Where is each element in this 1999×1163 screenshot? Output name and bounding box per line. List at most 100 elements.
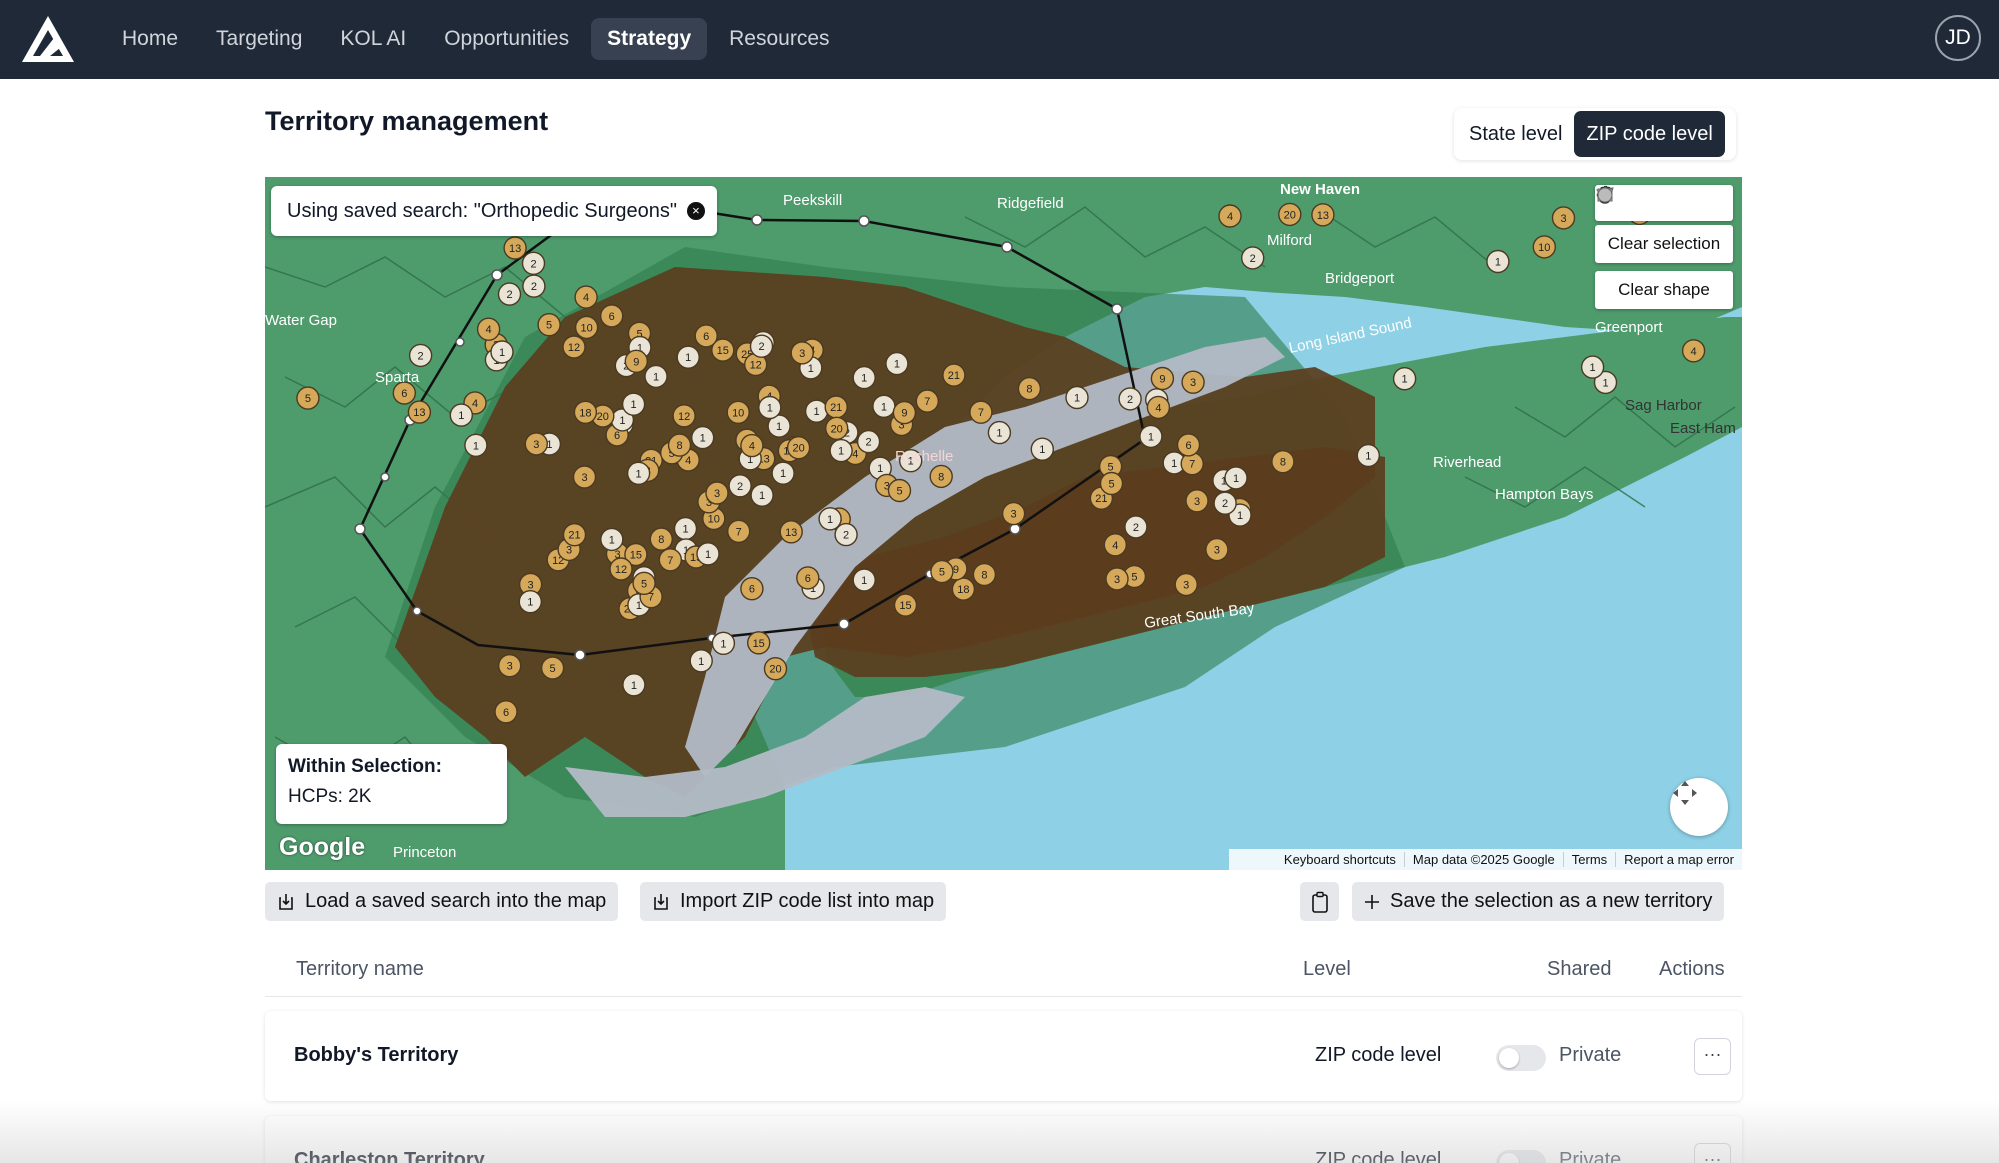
hcp-cluster-marker[interactable]: 18 <box>951 577 976 601</box>
hcp-cluster-marker[interactable]: 1 <box>1139 424 1163 449</box>
nav-home[interactable]: Home <box>106 18 194 60</box>
hcp-cluster-marker[interactable]: 20 <box>825 416 849 441</box>
shared-toggle[interactable] <box>1496 1150 1546 1163</box>
hcp-cluster-marker[interactable]: 21 <box>562 523 587 547</box>
hcp-cluster-marker[interactable]: 4 <box>1681 339 1706 363</box>
hcp-cluster-marker[interactable]: 10 <box>726 400 750 425</box>
hcp-cluster-marker[interactable]: 5 <box>540 656 565 680</box>
hcp-cluster-marker[interactable]: 7 <box>658 548 682 572</box>
hcp-cluster-marker[interactable]: 4 <box>1103 533 1127 557</box>
hcp-cluster-marker[interactable]: 20 <box>786 436 811 460</box>
column-header-level[interactable]: Level <box>1303 958 1351 981</box>
hcp-cluster-marker[interactable]: 1 <box>673 516 698 541</box>
hcp-cluster-marker[interactable]: 8 <box>667 433 692 457</box>
hcp-cluster-marker[interactable]: 9 <box>624 349 648 374</box>
clear-selection-button[interactable]: Clear selection <box>1595 225 1733 263</box>
hcp-cluster-marker[interactable]: 21 <box>824 395 848 419</box>
hcp-cluster-marker[interactable]: 2 <box>834 522 858 547</box>
hcp-cluster-marker[interactable]: 4 <box>574 285 598 309</box>
hcp-cluster-marker[interactable]: 3 <box>790 341 814 365</box>
hcp-cluster-marker[interactable]: 3 <box>572 465 597 489</box>
hcp-cluster-marker[interactable]: 3 <box>1205 537 1229 562</box>
nav-strategy[interactable]: Strategy <box>591 18 708 60</box>
hcp-cluster-marker[interactable]: 3 <box>524 432 548 456</box>
hcp-cluster-marker[interactable]: 1 <box>750 483 774 507</box>
column-header-name[interactable]: Territory name <box>296 958 424 981</box>
hcp-cluster-marker[interactable]: 8 <box>972 562 997 587</box>
state-level-button[interactable]: State level <box>1457 111 1574 157</box>
row-actions-button[interactable]: ··· <box>1694 1143 1731 1163</box>
hcp-cluster-marker[interactable]: 1 <box>518 590 542 614</box>
hcp-cluster-marker[interactable]: 3 <box>1105 567 1129 591</box>
hcp-cluster-marker[interactable]: 1 <box>626 461 651 485</box>
hcp-cluster-marker[interactable]: 4 <box>740 433 764 458</box>
hcp-cluster-marker[interactable]: 3 <box>1181 370 1205 394</box>
table-row[interactable]: Charleston Territory ZIP code level Priv… <box>265 1116 1742 1163</box>
nav-opportunities[interactable]: Opportunities <box>428 18 585 60</box>
hcp-cluster-marker[interactable]: 15 <box>747 631 771 655</box>
table-row[interactable]: Bobby's Territory ZIP code level Private… <box>265 1011 1742 1101</box>
hcp-cluster-marker[interactable]: 13 <box>779 520 803 544</box>
hcp-cluster-marker[interactable]: 2 <box>1118 387 1142 411</box>
hcp-cluster-marker[interactable]: 2 <box>728 474 752 498</box>
hcp-cluster-marker[interactable]: 2 <box>1124 515 1148 539</box>
hcp-cluster-marker[interactable]: 13 <box>407 400 432 424</box>
hcp-cluster-marker[interactable]: 6 <box>694 324 718 348</box>
hcp-cluster-marker[interactable]: 1 <box>711 631 736 655</box>
clipboard-button[interactable] <box>1300 882 1339 921</box>
hcp-cluster-marker[interactable]: 1 <box>804 399 829 423</box>
hcp-cluster-marker[interactable]: 1 <box>676 345 700 369</box>
hcp-cluster-marker[interactable]: 8 <box>929 464 953 489</box>
hcp-cluster-marker[interactable]: 4 <box>476 317 501 341</box>
hcp-cluster-marker[interactable]: 1 <box>622 673 646 697</box>
hcp-cluster-marker[interactable]: 1 <box>1065 385 1089 410</box>
hcp-cluster-marker[interactable]: 1 <box>1580 355 1605 379</box>
hcp-cluster-marker[interactable]: 6 <box>740 577 764 601</box>
hcp-cluster-marker[interactable]: 12 <box>609 557 633 581</box>
hcp-cluster-marker[interactable]: 2 <box>521 251 546 276</box>
hcp-cluster-marker[interactable]: 4 <box>1218 204 1242 228</box>
row-actions-button[interactable]: ··· <box>1694 1038 1731 1075</box>
hcp-cluster-marker[interactable]: 3 <box>1551 206 1576 230</box>
hcp-cluster-marker[interactable]: 3 <box>497 654 522 678</box>
hcp-cluster-marker[interactable]: 3 <box>1174 572 1198 597</box>
hcp-cluster-marker[interactable]: 2 <box>856 429 881 454</box>
hcp-cluster-marker[interactable]: 13 <box>1311 203 1335 227</box>
shared-toggle[interactable] <box>1496 1045 1546 1071</box>
fullscreen-button[interactable] <box>1670 778 1728 836</box>
hcp-cluster-marker[interactable]: 1 <box>621 392 646 416</box>
hcp-cluster-marker[interactable]: 1 <box>771 461 795 485</box>
hcp-cluster-marker[interactable]: 8 <box>1271 450 1295 474</box>
hcp-cluster-marker[interactable]: 2 <box>522 274 546 298</box>
hcp-cluster-marker[interactable]: 1 <box>852 568 876 592</box>
hcp-cluster-marker[interactable]: 5 <box>887 478 912 503</box>
hcp-cluster-marker[interactable]: 9 <box>892 400 917 425</box>
hcp-cluster-marker[interactable]: 12 <box>562 335 586 359</box>
hcp-cluster-marker[interactable]: 2 <box>1213 491 1237 515</box>
hcp-cluster-marker[interactable]: 10 <box>574 315 599 340</box>
hcp-cluster-marker[interactable]: 5 <box>632 571 656 595</box>
hcp-cluster-marker[interactable]: 2 <box>749 334 774 358</box>
hcp-cluster-marker[interactable]: 21 <box>942 363 966 387</box>
close-icon[interactable]: × <box>686 202 705 220</box>
zip-level-button[interactable]: ZIP code level <box>1574 111 1725 157</box>
clear-shape-button[interactable]: Clear shape <box>1595 271 1733 309</box>
hcp-cluster-marker[interactable]: 1 <box>1486 249 1510 274</box>
hcp-cluster-marker[interactable]: 12 <box>672 404 696 428</box>
hcp-cluster-marker[interactable]: 10 <box>1532 235 1557 259</box>
hcp-cluster-marker[interactable]: 1 <box>490 340 514 364</box>
hcp-cluster-marker[interactable]: 1 <box>696 542 720 566</box>
rectangle-icon[interactable] <box>1597 188 1693 215</box>
hcp-cluster-marker[interactable]: 2 <box>408 343 433 368</box>
hcp-cluster-marker[interactable]: 6 <box>1176 433 1201 457</box>
hcp-cluster-marker[interactable]: 3 <box>705 481 729 505</box>
hcp-cluster-marker[interactable]: 18 <box>573 400 598 425</box>
hcp-cluster-marker[interactable]: 20 <box>763 657 788 681</box>
import-zip-button[interactable]: Import ZIP code list into map <box>640 882 947 921</box>
hcp-cluster-marker[interactable]: 1 <box>691 425 715 450</box>
hcp-cluster-marker[interactable]: 20 <box>1278 202 1302 227</box>
hcp-cluster-marker[interactable]: 1 <box>872 394 896 419</box>
hcp-cluster-marker[interactable]: 5 <box>296 386 320 410</box>
hcp-cluster-marker[interactable]: 15 <box>893 593 918 617</box>
logo-icon[interactable] <box>20 14 76 64</box>
